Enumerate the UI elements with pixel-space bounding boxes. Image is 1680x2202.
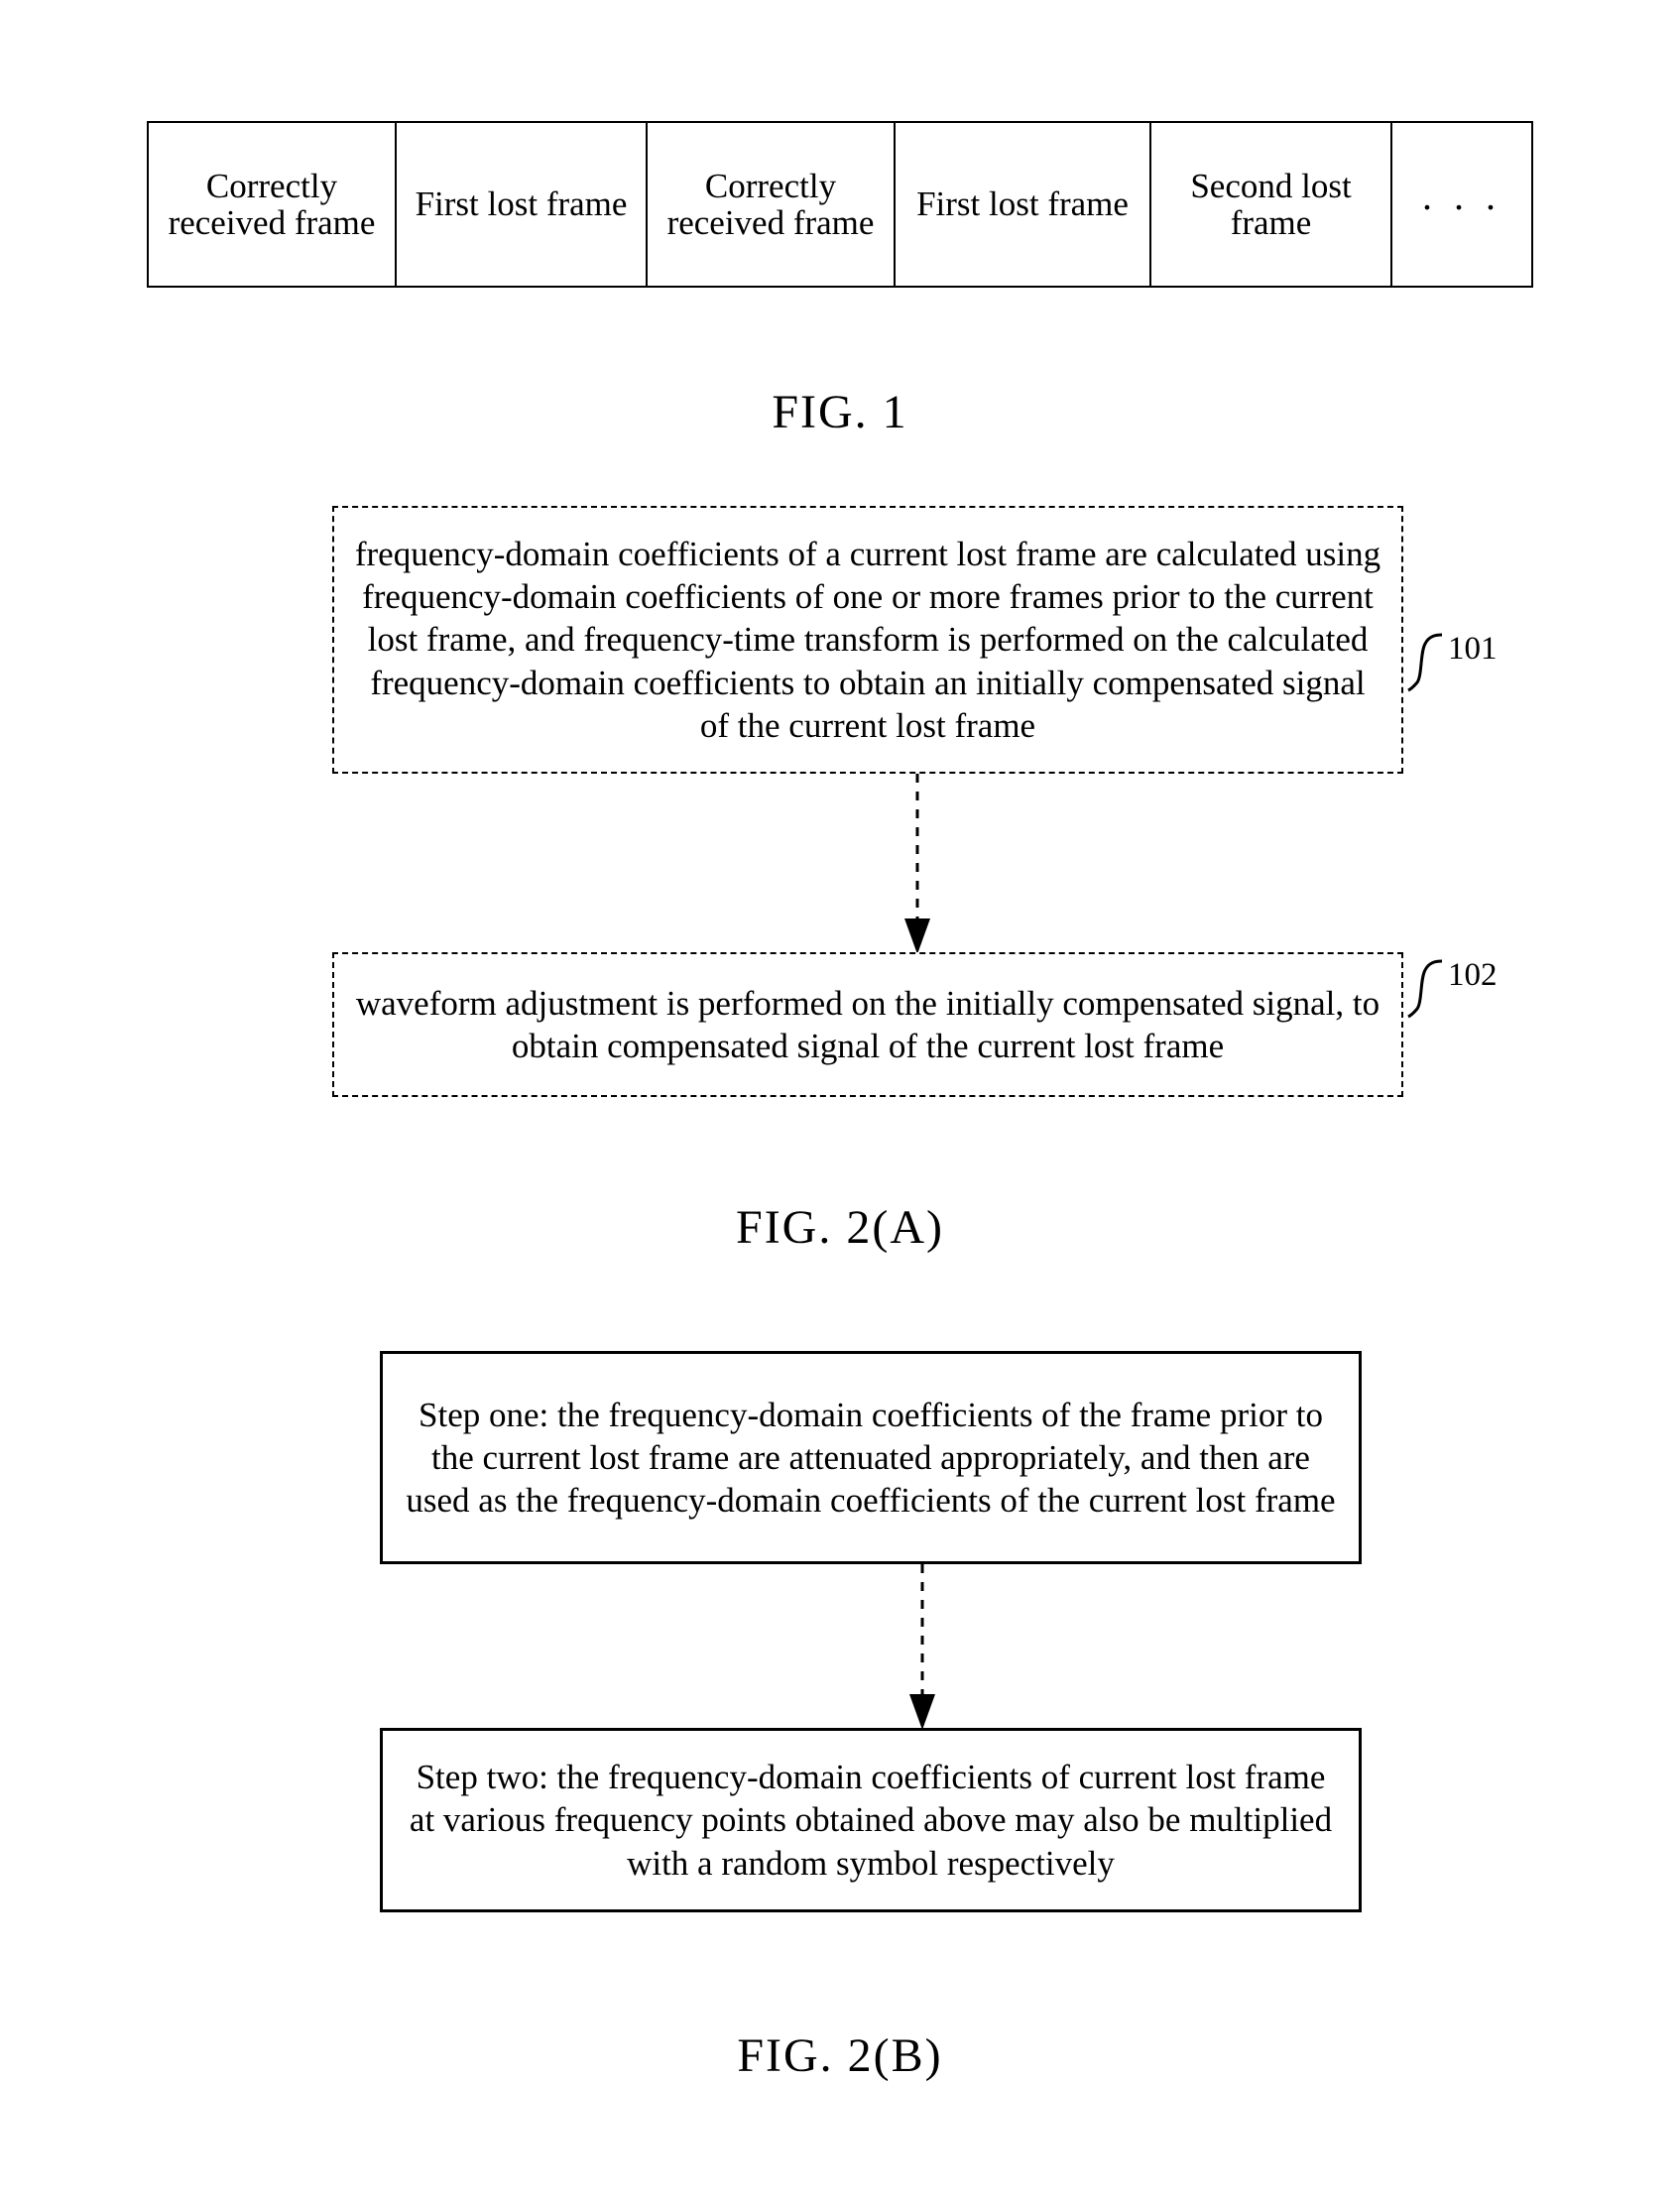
flow-box-step-one-text: Step one: the frequency-domain coefficie… <box>406 1395 1336 1521</box>
step-reference-102-label: 102 <box>1448 957 1498 993</box>
table-cell-first-lost-frame-2: First lost frame <box>896 123 1151 286</box>
flow-box-step-one: Step one: the frequency-domain coefficie… <box>380 1351 1362 1564</box>
frame-sequence-table: Correctly received frame First lost fram… <box>147 121 1533 288</box>
table-cell-first-lost-frame-1: First lost frame <box>397 123 648 286</box>
table-cell-ellipsis: . . . <box>1422 173 1501 218</box>
flow-box-step-101: frequency-domain coefficients of a curre… <box>332 506 1403 774</box>
table-cell-correctly-received-frame-2: Correctly received frame <box>648 123 896 286</box>
step-reference-101-label: 101 <box>1448 631 1498 667</box>
flow-box-step-102: waveform adjustment is performed on the … <box>332 952 1403 1097</box>
figure-caption-fig1: FIG. 1 <box>772 386 908 438</box>
step-reference-101: 101 <box>1406 631 1498 694</box>
connector-arrow-101-to-102 <box>904 774 930 954</box>
table-cell-correctly-received-frame-1: Correctly received frame <box>149 123 397 286</box>
connector-arrow-step-one-to-step-two <box>909 1564 935 1730</box>
figure-caption-fig2a: FIG. 2(A) <box>736 1201 944 1254</box>
flow-box-step-101-text: frequency-domain coefficients of a curre… <box>354 535 1381 745</box>
figure-caption-fig2b: FIG. 2(B) <box>737 2029 943 2082</box>
step-reference-102: 102 <box>1406 957 1498 1021</box>
flow-box-step-two-text: Step two: the frequency-domain coefficie… <box>409 1758 1333 1883</box>
reference-leader-line-102-icon <box>1407 959 1443 1019</box>
reference-leader-line-101-icon <box>1407 633 1443 692</box>
flow-box-step-two: Step two: the frequency-domain coefficie… <box>380 1728 1362 1912</box>
flow-box-step-102-text: waveform adjustment is performed on the … <box>355 983 1380 1065</box>
table-cell-second-lost-frame: Second lost frame <box>1151 123 1392 286</box>
